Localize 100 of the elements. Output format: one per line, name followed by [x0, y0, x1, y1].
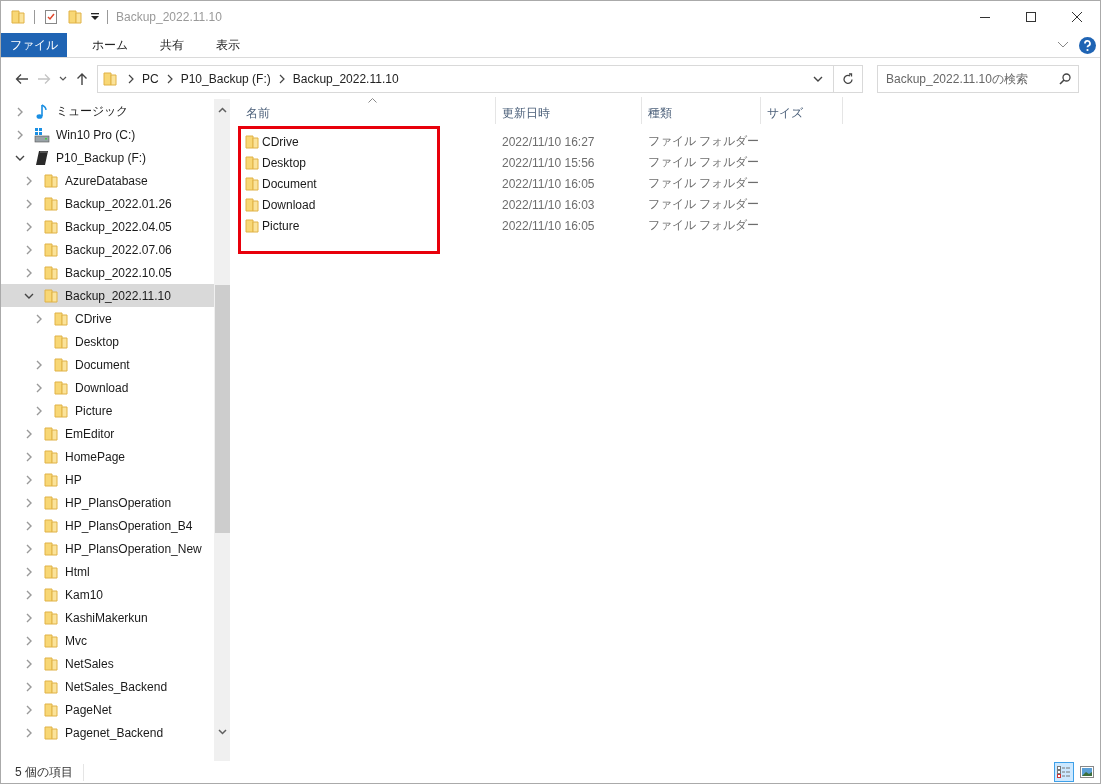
tree-item[interactable]: PageNet: [1, 698, 214, 721]
folder-name: P10_Backup (F:): [56, 150, 147, 165]
file-row[interactable]: Desktop 2022/11/10 15:56 ファイル フォルダー: [240, 152, 1100, 173]
folder-name: Download: [75, 380, 129, 395]
caret-icon[interactable]: [91, 13, 99, 21]
column-header[interactable]: サイズ: [761, 97, 842, 124]
tree-item[interactable]: CDrive: [1, 307, 214, 330]
help-icon[interactable]: [1079, 36, 1096, 54]
folder-name: NetSales_Backend: [65, 679, 168, 694]
scrollbar[interactable]: [214, 99, 230, 761]
folder-icon: [43, 586, 59, 603]
file-name: Document: [261, 176, 317, 191]
scroll-down-icon[interactable]: [217, 729, 227, 735]
folder-name: Pagenet_Backend: [65, 725, 164, 740]
tree-item[interactable]: Html: [1, 560, 214, 583]
tree-item[interactable]: Pagenet_Backend: [1, 721, 214, 744]
folder-icon: [43, 655, 59, 672]
breadcrumb-item[interactable]: P10_Backup (F:): [176, 71, 275, 86]
folder-icon: [43, 425, 59, 442]
folder-name: PageNet: [65, 702, 112, 717]
tree-item[interactable]: Win10 Pro (C:): [1, 123, 214, 146]
file-row[interactable]: Document 2022/11/10 16:05 ファイル フォルダー: [240, 173, 1100, 194]
folder-icon: [43, 172, 59, 189]
ribbon-tab[interactable]: ホーム: [77, 33, 143, 57]
folder-name: CDrive: [75, 311, 112, 326]
scrollbar-thumb[interactable]: [214, 285, 230, 533]
new-folder-icon[interactable]: [67, 9, 83, 25]
folder-name: NetSales: [65, 656, 114, 671]
chevron-right-icon[interactable]: [126, 73, 136, 84]
tree-item[interactable]: HP_PlansOperation_New: [1, 537, 214, 560]
tree-item[interactable]: Backup_2022.01.26: [1, 192, 214, 215]
properties-icon[interactable]: [43, 9, 59, 25]
breadcrumb-item[interactable]: Backup_2022.11.10: [288, 71, 403, 86]
search-field[interactable]: Backup_2022.11.10の検索: [877, 64, 1079, 93]
tree-item[interactable]: Picture: [1, 399, 214, 422]
window-title: Backup_2022.11.10: [116, 10, 222, 24]
file-row[interactable]: Picture 2022/11/10 16:05 ファイル フォルダー: [240, 215, 1100, 236]
file-row[interactable]: CDrive 2022/11/10 16:27 ファイル フォルダー: [240, 131, 1100, 152]
file-type: ファイル フォルダー: [647, 175, 761, 192]
tree-item[interactable]: AzureDatabase: [1, 169, 214, 192]
tree-item[interactable]: KashiMakerkun: [1, 606, 214, 629]
search-icon[interactable]: [1059, 72, 1071, 85]
refresh-button[interactable]: [834, 64, 863, 93]
tree-item[interactable]: HP_PlansOperation_B4: [1, 514, 214, 537]
folder-icon: [53, 379, 69, 396]
close-icon[interactable]: [1072, 12, 1082, 22]
folder-icon: [43, 241, 59, 258]
refresh-icon[interactable]: [842, 72, 854, 85]
column-header[interactable]: 更新日時: [496, 97, 641, 124]
tree-item[interactable]: HomePage: [1, 445, 214, 468]
folder-icon: [43, 264, 59, 281]
tree-item[interactable]: Desktop: [1, 330, 214, 353]
modified-date: 2022/11/10 16:05: [501, 218, 596, 233]
ribbon-tab[interactable]: 表示: [201, 33, 255, 57]
folder-icon: [10, 9, 26, 25]
tree-item[interactable]: Backup_2022.11.10: [1, 284, 214, 307]
dropdown-icon[interactable]: [813, 75, 823, 82]
folder-icon: [43, 678, 59, 695]
scroll-up-icon[interactable]: [217, 107, 227, 113]
file-row[interactable]: Download 2022/11/10 16:03 ファイル フォルダー: [240, 194, 1100, 215]
tree-item[interactable]: NetSales: [1, 652, 214, 675]
tree-item[interactable]: Document: [1, 353, 214, 376]
tree-item[interactable]: Backup_2022.04.05: [1, 215, 214, 238]
tree-item[interactable]: P10_Backup (F:): [1, 146, 214, 169]
ribbon-tab[interactable]: 共有: [145, 33, 199, 57]
column-header[interactable]: 種類: [642, 97, 760, 124]
drive-icon: [34, 149, 50, 166]
breadcrumb-item[interactable]: PC: [138, 71, 163, 86]
folder-icon: [43, 609, 59, 626]
folder-name: Backup_2022.01.26: [65, 196, 172, 211]
chevron-down-icon[interactable]: [59, 75, 67, 82]
modified-date: 2022/11/10 16:27: [501, 134, 596, 149]
folder-icon: [43, 701, 59, 718]
folder-name: Backup_2022.04.05: [65, 219, 172, 234]
folder-name: HP_PlansOperation_B4: [65, 518, 193, 533]
folder-icon: [43, 471, 59, 488]
folder-icon: [43, 195, 59, 212]
modified-date: 2022/11/10 15:56: [501, 155, 596, 170]
tree-item[interactable]: Backup_2022.10.05: [1, 261, 214, 284]
address-field[interactable]: PC P10_Backup (F:) Backup_2022.11.10: [97, 64, 834, 93]
tree-item[interactable]: Download: [1, 376, 214, 399]
details-view-button[interactable]: [1054, 762, 1074, 782]
file-menu-tab[interactable]: ファイル: [1, 33, 67, 57]
tree-item[interactable]: HP: [1, 468, 214, 491]
column-header[interactable]: 名前: [240, 97, 495, 124]
back-arrow-icon[interactable]: [15, 72, 29, 85]
folder-name: AzureDatabase: [65, 173, 148, 188]
up-arrow-icon[interactable]: [76, 71, 88, 86]
tree-item[interactable]: Mvc: [1, 629, 214, 652]
folder-icon: [43, 218, 59, 235]
folder-name: KashiMakerkun: [65, 610, 148, 625]
file-type: ファイル フォルダー: [647, 133, 761, 150]
tree-item[interactable]: NetSales_Backend: [1, 675, 214, 698]
tree-item[interactable]: ミュージック: [1, 100, 214, 123]
maximize-icon[interactable]: [1026, 12, 1036, 22]
tree-item[interactable]: HP_PlansOperation: [1, 491, 214, 514]
file-type: ファイル フォルダー: [647, 217, 761, 234]
tree-item[interactable]: EmEditor: [1, 422, 214, 445]
tree-item[interactable]: Kam10: [1, 583, 214, 606]
tree-item[interactable]: Backup_2022.07.06: [1, 238, 214, 261]
